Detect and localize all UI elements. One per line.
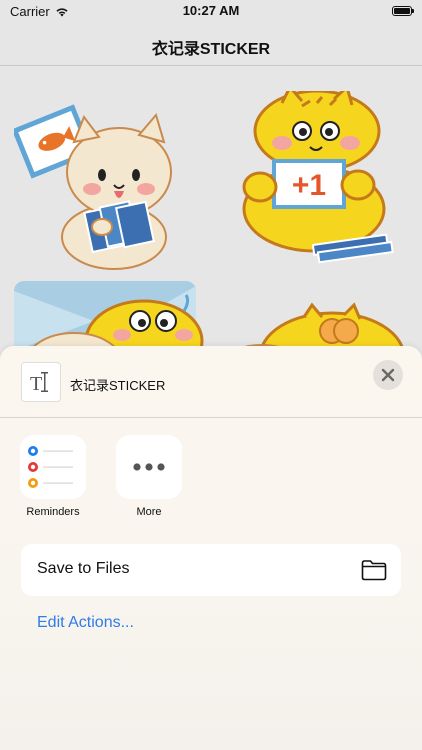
more-apps-button[interactable] xyxy=(116,435,182,499)
battery-icon xyxy=(392,6,414,16)
share-sheet-header: T 衣记录STICKER xyxy=(0,346,422,418)
ellipsis-icon xyxy=(133,463,165,471)
status-time: 10:27 AM xyxy=(182,3,240,18)
reminders-app-label: Reminders xyxy=(26,506,80,518)
save-to-files-button[interactable]: Save to Files xyxy=(21,544,401,596)
share-sheet: T 衣记录STICKER Reminders More Save to File… xyxy=(0,346,422,750)
svg-text:T: T xyxy=(30,373,42,395)
reminders-icon xyxy=(28,446,73,488)
save-to-files-label: Save to Files xyxy=(37,560,130,577)
page-title: 衣记录STICKER xyxy=(151,41,271,58)
close-button[interactable] xyxy=(373,360,403,390)
edit-actions-link[interactable]: Edit Actions... xyxy=(37,614,134,632)
reminders-app-button[interactable] xyxy=(20,435,86,499)
share-item-title: 衣记录STICKER xyxy=(70,378,166,393)
text-document-icon: T xyxy=(21,362,61,402)
sticker-cat-plus-one[interactable]: +1 xyxy=(222,91,412,271)
svg-text:+1: +1 xyxy=(292,169,326,202)
navigation-bar: 衣记录STICKER xyxy=(0,24,422,66)
sticker-cat-fish-cards[interactable] xyxy=(14,97,204,277)
folder-icon xyxy=(361,560,387,581)
xmark-icon xyxy=(381,368,395,382)
battery-level xyxy=(394,8,410,14)
status-bar: Carrier 10:27 AM xyxy=(0,0,422,24)
more-apps-label: More xyxy=(136,506,162,518)
